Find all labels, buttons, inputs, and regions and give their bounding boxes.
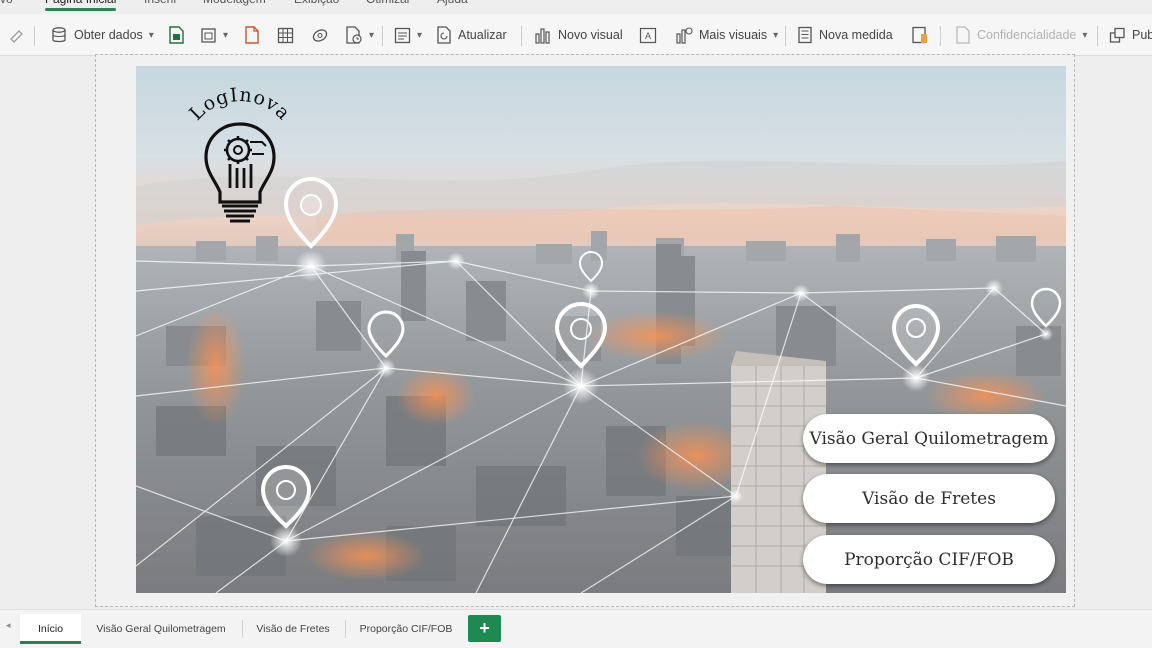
publish-button[interactable]: Pub <box>1109 23 1152 47</box>
format-painter-icon <box>10 30 23 43</box>
loginova-logo: LogInova <box>180 84 300 234</box>
chevron-down-icon: ▾ <box>417 29 423 41</box>
more-visuals-button[interactable]: Mais visuais ▾ <box>675 23 778 47</box>
page-tab-mileage-overview[interactable]: Visão Geral Quilometragem <box>87 614 235 644</box>
format-painter-button[interactable] <box>9 23 25 47</box>
quick-measure-icon <box>912 26 927 44</box>
get-data-button[interactable]: Obter dados ▾ <box>50 23 154 47</box>
transform-data-button[interactable]: ▾ <box>394 23 422 47</box>
more-visuals-label: Mais visuais <box>699 28 768 42</box>
sensitivity-button[interactable]: Confidencialidade ▾ <box>955 23 1087 47</box>
sensitivity-icon <box>956 26 970 44</box>
enter-data-button[interactable] <box>277 23 294 47</box>
recent-sources-icon <box>346 26 362 44</box>
ribbon-toolbar: Obter dados ▾ ▾ ▾ ▾ Atualizar Novo visua… <box>0 14 1152 56</box>
publish-icon <box>1109 27 1125 43</box>
ribbon-tab-insert[interactable]: Inserir <box>144 0 177 9</box>
ribbon-tab-home[interactable]: Página Inicial <box>45 0 117 11</box>
svg-text:LogInova: LogInova <box>185 84 295 125</box>
chart-icon <box>535 28 550 44</box>
data-hub-icon <box>201 27 216 43</box>
report-page: LogInova Visão Geral Quilometragem Visão… <box>136 66 1066 593</box>
chevron-down-icon: ▾ <box>369 29 375 41</box>
excel-icon <box>169 26 184 44</box>
new-measure-button[interactable]: Nova medida <box>797 23 893 47</box>
refresh-icon <box>437 26 451 44</box>
new-visual-button[interactable]: Novo visual <box>534 23 623 47</box>
chevron-down-icon: ▾ <box>148 29 154 41</box>
page-tab-cif-fob[interactable]: Proporção CIF/FOB <box>352 614 460 644</box>
text-box-icon: A <box>639 27 657 43</box>
quick-measure-button[interactable] <box>911 23 928 47</box>
chevron-down-icon: ▾ <box>223 29 229 41</box>
ribbon-tabs: vo Página Inicial Inserir Modelagem Exib… <box>0 0 1152 11</box>
ribbon-tab-help[interactable]: Ajuda <box>437 0 468 9</box>
recent-sources-button[interactable]: ▾ <box>345 23 374 47</box>
ribbon-tab-optimize[interactable]: Otimizar <box>366 0 411 9</box>
sensitivity-label: Confidencialidade <box>977 28 1077 42</box>
new-measure-label: Nova medida <box>819 28 893 42</box>
nav-button-mileage-overview[interactable]: Visão Geral Quilometragem <box>803 414 1055 463</box>
page-tab-freight-view[interactable]: Visão de Fretes <box>249 614 337 644</box>
more-visuals-icon <box>676 27 693 44</box>
dataverse-icon <box>312 28 328 42</box>
refresh-button[interactable]: Atualizar <box>436 23 507 47</box>
database-icon <box>52 27 66 43</box>
nav-button-freight-view[interactable]: Visão de Fretes <box>803 474 1055 523</box>
ribbon-tab-modeling[interactable]: Modelagem <box>203 0 266 9</box>
new-visual-label: Novo visual <box>558 28 623 42</box>
sql-server-button[interactable] <box>244 23 260 47</box>
chevron-left-icon[interactable]: ◂ <box>6 620 11 631</box>
page-tab-inicio[interactable]: Início <box>20 614 81 644</box>
chevron-down-icon: ▾ <box>773 29 779 41</box>
calculator-icon <box>798 26 812 44</box>
ribbon-tab-view[interactable]: Exibição <box>294 0 339 9</box>
table-icon <box>277 27 294 43</box>
data-hub-button[interactable]: ▾ <box>200 23 228 47</box>
add-page-button[interactable]: + <box>468 615 501 642</box>
logo-text: LogInova <box>185 84 294 125</box>
get-data-label: Obter dados <box>74 28 143 42</box>
nav-button-cif-fob-ratio[interactable]: Proporção CIF/FOB <box>803 535 1055 584</box>
refresh-label: Atualizar <box>458 28 507 42</box>
svg-text:A: A <box>645 31 651 41</box>
document-icon <box>245 26 259 44</box>
publish-label: Pub <box>1132 28 1152 42</box>
page-tabs-bar: ◂ Início Visão Geral Quilometragem Visão… <box>0 609 1152 648</box>
text-box-button[interactable]: A <box>639 23 657 47</box>
dataverse-button[interactable] <box>311 23 329 47</box>
transform-data-icon <box>394 27 411 43</box>
lightbulb-gear-icon: LogInova <box>185 84 295 223</box>
chevron-down-icon: ▾ <box>1082 29 1088 41</box>
excel-workbook-button[interactable] <box>168 23 185 47</box>
ribbon-tab-file[interactable]: vo <box>0 0 13 9</box>
